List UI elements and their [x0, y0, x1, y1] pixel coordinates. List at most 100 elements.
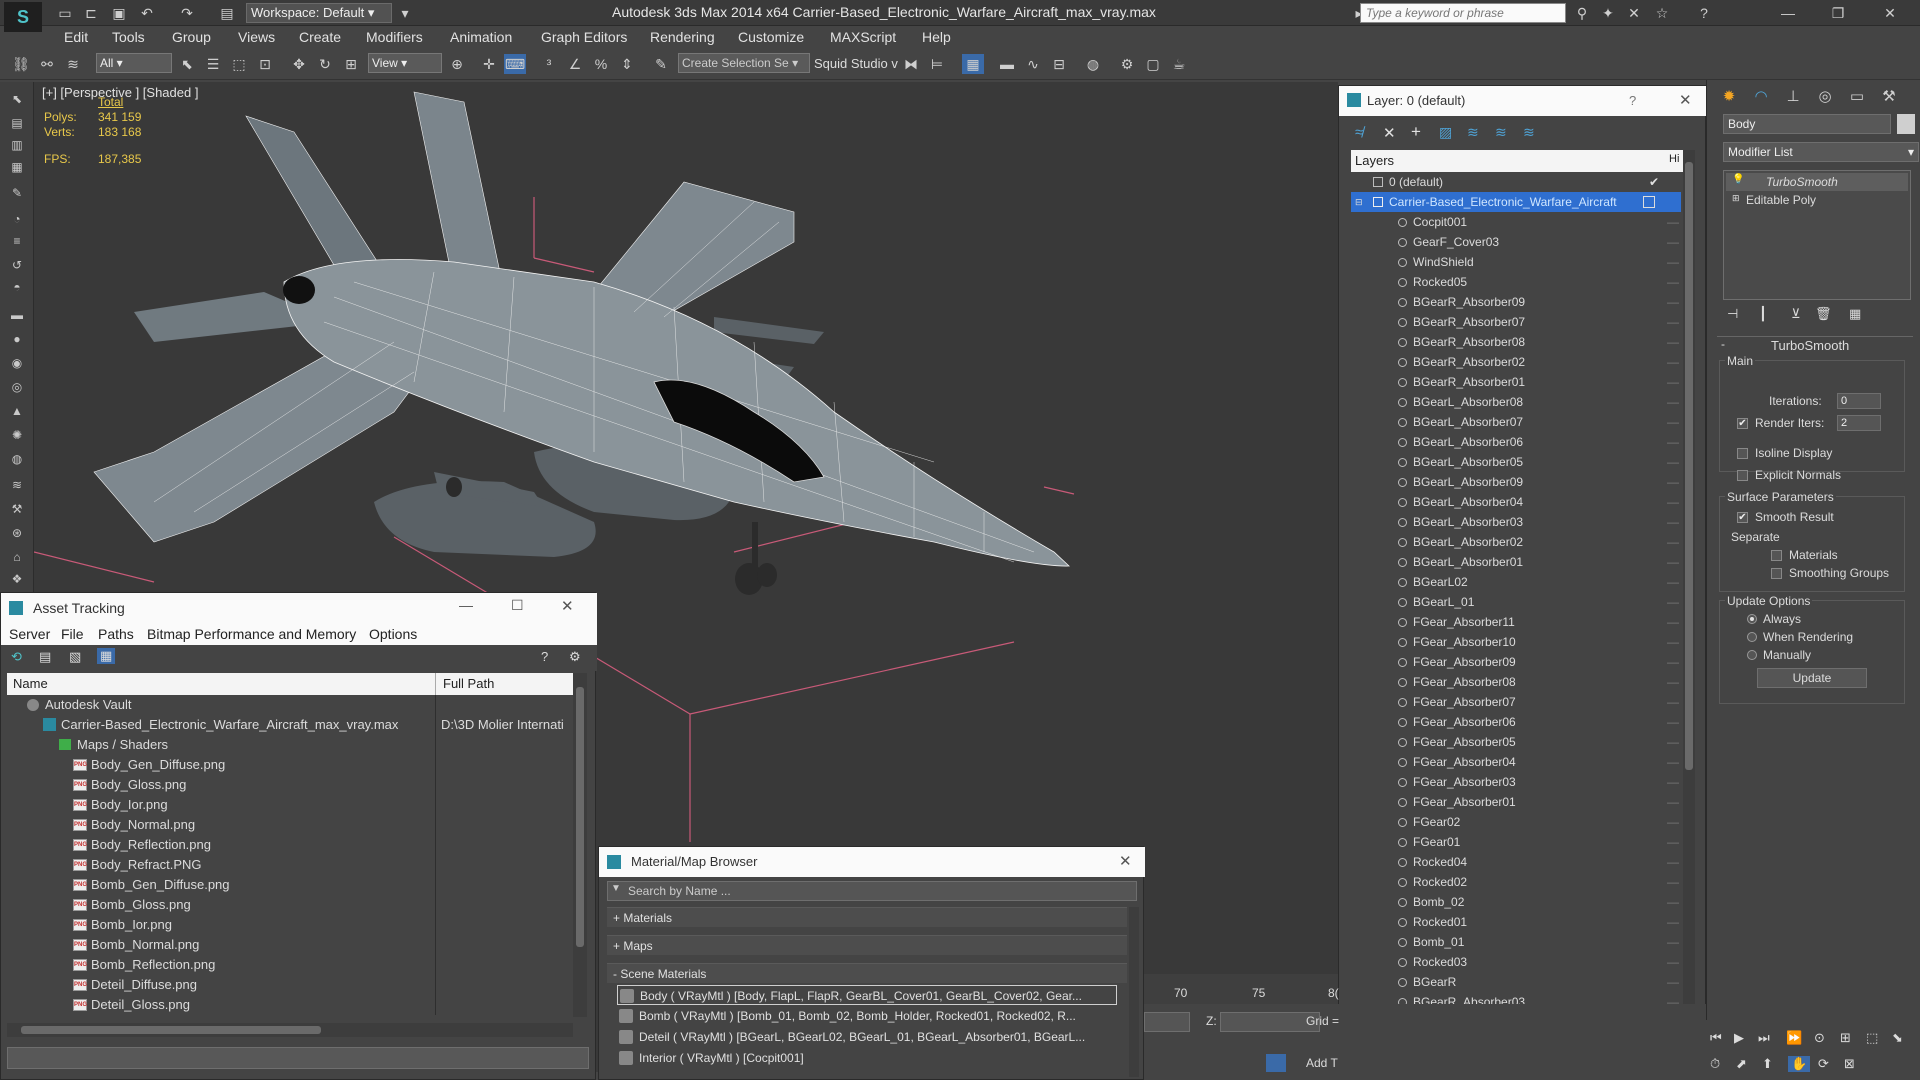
- populate-icon[interactable]: ▥: [8, 138, 26, 152]
- name-column-header[interactable]: Name: [13, 676, 48, 691]
- layer-object-row[interactable]: BGearL_Absorber05 —: [1351, 452, 1681, 472]
- hide-toggle[interactable]: —: [1667, 872, 1679, 892]
- menu-modifiers[interactable]: Modifiers: [366, 29, 423, 45]
- open-file-icon[interactable]: ⊏: [82, 4, 100, 22]
- hide-toggle[interactable]: —: [1667, 952, 1679, 972]
- layer-object-row[interactable]: Rocked01 —: [1351, 912, 1681, 932]
- smoothing-groups-checkbox[interactable]: [1771, 568, 1782, 579]
- spacewarp-icon[interactable]: ≋: [8, 478, 26, 492]
- add-time-tag-button[interactable]: Add T: [1306, 1056, 1338, 1070]
- layer-object-row[interactable]: BGearL_Absorber02 —: [1351, 532, 1681, 552]
- make-unique-icon[interactable]: ⊻: [1791, 306, 1801, 322]
- communication-icon[interactable]: ✕: [1624, 4, 1644, 22]
- go-to-end-icon[interactable]: ⏩: [1786, 1030, 1802, 1046]
- bind-space-warp-icon[interactable]: ≋: [62, 54, 84, 74]
- asset-close-icon[interactable]: ✕: [561, 597, 574, 615]
- paint-icon[interactable]: ✎: [8, 186, 26, 200]
- map-file-row[interactable]: PNG Body_Reflection.png: [7, 835, 573, 855]
- hide-toggle[interactable]: —: [1667, 672, 1679, 692]
- modifier-list-dropdown[interactable]: Modifier List ▾: [1723, 142, 1919, 162]
- hide-toggle[interactable]: —: [1667, 812, 1679, 832]
- scene-material-row[interactable]: Bomb ( VRayMtl ) [Bomb_01, Bomb_02, Bomb…: [617, 1006, 1117, 1026]
- layer-object-row[interactable]: FGear01 —: [1351, 832, 1681, 852]
- menu-graph-editors[interactable]: Graph Editors: [541, 29, 627, 45]
- teapot-icon[interactable]: ◍: [8, 452, 26, 466]
- binoculars-icon[interactable]: ⚲: [1572, 4, 1592, 22]
- hide-toggle[interactable]: —: [1667, 892, 1679, 912]
- maps-group[interactable]: + Maps: [607, 935, 1127, 955]
- asset-menu-server[interactable]: Server: [9, 626, 50, 642]
- layer-object-row[interactable]: BGearR_Absorber08 —: [1351, 332, 1681, 352]
- rollout-collapse-icon[interactable]: -: [1721, 337, 1725, 351]
- render-iters-checkbox[interactable]: ✔: [1737, 418, 1748, 429]
- layer-object-row[interactable]: BGearL02 —: [1351, 572, 1681, 592]
- iterations-spinner[interactable]: 0: [1837, 393, 1881, 409]
- stack-item-turbosmooth[interactable]: 💡 TurboSmooth: [1726, 173, 1908, 191]
- asset-settings-icon[interactable]: ⚙: [569, 649, 581, 665]
- selection-lock-icon[interactable]: [1266, 1054, 1286, 1072]
- maximize-viewport-icon[interactable]: ⊠: [1844, 1056, 1855, 1072]
- graphite-toolbar-icon[interactable]: ▬: [996, 54, 1018, 74]
- layer-object-row[interactable]: WindShield —: [1351, 252, 1681, 272]
- layer-object-row[interactable]: Bomb_01 —: [1351, 932, 1681, 952]
- display-tab-icon[interactable]: ▭: [1843, 84, 1871, 110]
- layer-object-row[interactable]: Rocked05 —: [1351, 272, 1681, 292]
- select-object-icon[interactable]: ⬉: [176, 54, 198, 74]
- map-file-row[interactable]: PNG Deteil_Gloss.png: [7, 995, 573, 1015]
- hide-toggle[interactable]: —: [1667, 252, 1679, 272]
- hide-toggle[interactable]: —: [1667, 292, 1679, 312]
- delete-layer-icon[interactable]: ✕: [1383, 124, 1396, 142]
- scene-icon[interactable]: ❖: [8, 572, 26, 586]
- collapse-icon[interactable]: ⊟: [1355, 192, 1363, 212]
- layer-object-row[interactable]: FGear_Absorber11 —: [1351, 612, 1681, 632]
- turbosmooth-rollout-header[interactable]: - TurboSmooth: [1717, 336, 1913, 353]
- hide-toggle[interactable]: —: [1667, 832, 1679, 852]
- map-file-row[interactable]: PNG Body_Normal.png: [7, 815, 573, 835]
- workspace-dropdown[interactable]: Workspace: Default ▾: [246, 3, 392, 23]
- add-to-layer-icon[interactable]: +: [1411, 122, 1421, 142]
- hide-toggle[interactable]: —: [1667, 572, 1679, 592]
- hide-toggle[interactable]: —: [1667, 932, 1679, 952]
- material-editor-icon[interactable]: ◍: [1082, 54, 1104, 74]
- pin-stack-icon[interactable]: ⊣: [1727, 306, 1738, 322]
- hide-toggle[interactable]: —: [1667, 592, 1679, 612]
- when-rendering-radio[interactable]: [1747, 632, 1757, 642]
- object-paint-icon[interactable]: ▤: [8, 116, 26, 130]
- create-tab-icon[interactable]: ✹: [1715, 84, 1743, 110]
- hide-toggle[interactable]: —: [1667, 532, 1679, 552]
- layer-object-row[interactable]: BGearL_Absorber03 —: [1351, 512, 1681, 532]
- hide-toggle[interactable]: —: [1667, 972, 1679, 992]
- layer-help-button[interactable]: ?: [1629, 93, 1636, 108]
- layer-object-row[interactable]: Rocked03 —: [1351, 952, 1681, 972]
- layer-object-row[interactable]: BGearR_Absorber02 —: [1351, 352, 1681, 372]
- layer-scroll-thumb[interactable]: [1685, 162, 1693, 770]
- hide-toggle[interactable]: —: [1667, 612, 1679, 632]
- rotate-icon[interactable]: ↻: [314, 54, 336, 74]
- spinner-snap-icon[interactable]: ⇕: [616, 54, 638, 74]
- layer-object-row[interactable]: FGear_Absorber06 —: [1351, 712, 1681, 732]
- hierarchy-tab-icon[interactable]: ⊥: [1779, 84, 1807, 110]
- layer-object-row[interactable]: GearF_Cover03 —: [1351, 232, 1681, 252]
- hide-toggle[interactable]: —: [1667, 752, 1679, 772]
- table-view-icon[interactable]: ▦: [97, 648, 116, 664]
- key-mode-icon[interactable]: ⊙: [1814, 1030, 1825, 1046]
- layer-object-row[interactable]: BGearL_01 —: [1351, 592, 1681, 612]
- render-production-icon[interactable]: ☕: [1168, 54, 1190, 74]
- asset-scroll-thumb[interactable]: [576, 687, 584, 947]
- asset-menu-paths[interactable]: Paths: [98, 626, 134, 642]
- menu-help[interactable]: Help: [922, 29, 951, 45]
- scene-material-row[interactable]: Interior ( VRayMtl ) [Cocpit001]: [617, 1048, 1117, 1068]
- layer-object-row[interactable]: FGear_Absorber09 —: [1351, 652, 1681, 672]
- layer-close-icon[interactable]: ✕: [1679, 91, 1692, 109]
- array-icon[interactable]: ≡: [8, 234, 26, 248]
- layer-object-row[interactable]: FGear02 —: [1351, 812, 1681, 832]
- loop-icon[interactable]: ↺: [8, 258, 26, 272]
- curve-editor-icon[interactable]: ∿: [1022, 54, 1044, 74]
- current-layer-check-icon[interactable]: ✔: [1649, 172, 1659, 192]
- hide-toggle[interactable]: —: [1667, 332, 1679, 352]
- max-file-row[interactable]: Carrier-Based_Electronic_Warfare_Aircraf…: [7, 715, 573, 735]
- go-to-start-icon[interactable]: ⏮: [1710, 1030, 1722, 1046]
- quick-access-menu-icon[interactable]: ▾: [396, 4, 414, 22]
- map-file-row[interactable]: PNG Body_Gloss.png: [7, 775, 573, 795]
- render-setup-icon[interactable]: ⚙: [1116, 54, 1138, 74]
